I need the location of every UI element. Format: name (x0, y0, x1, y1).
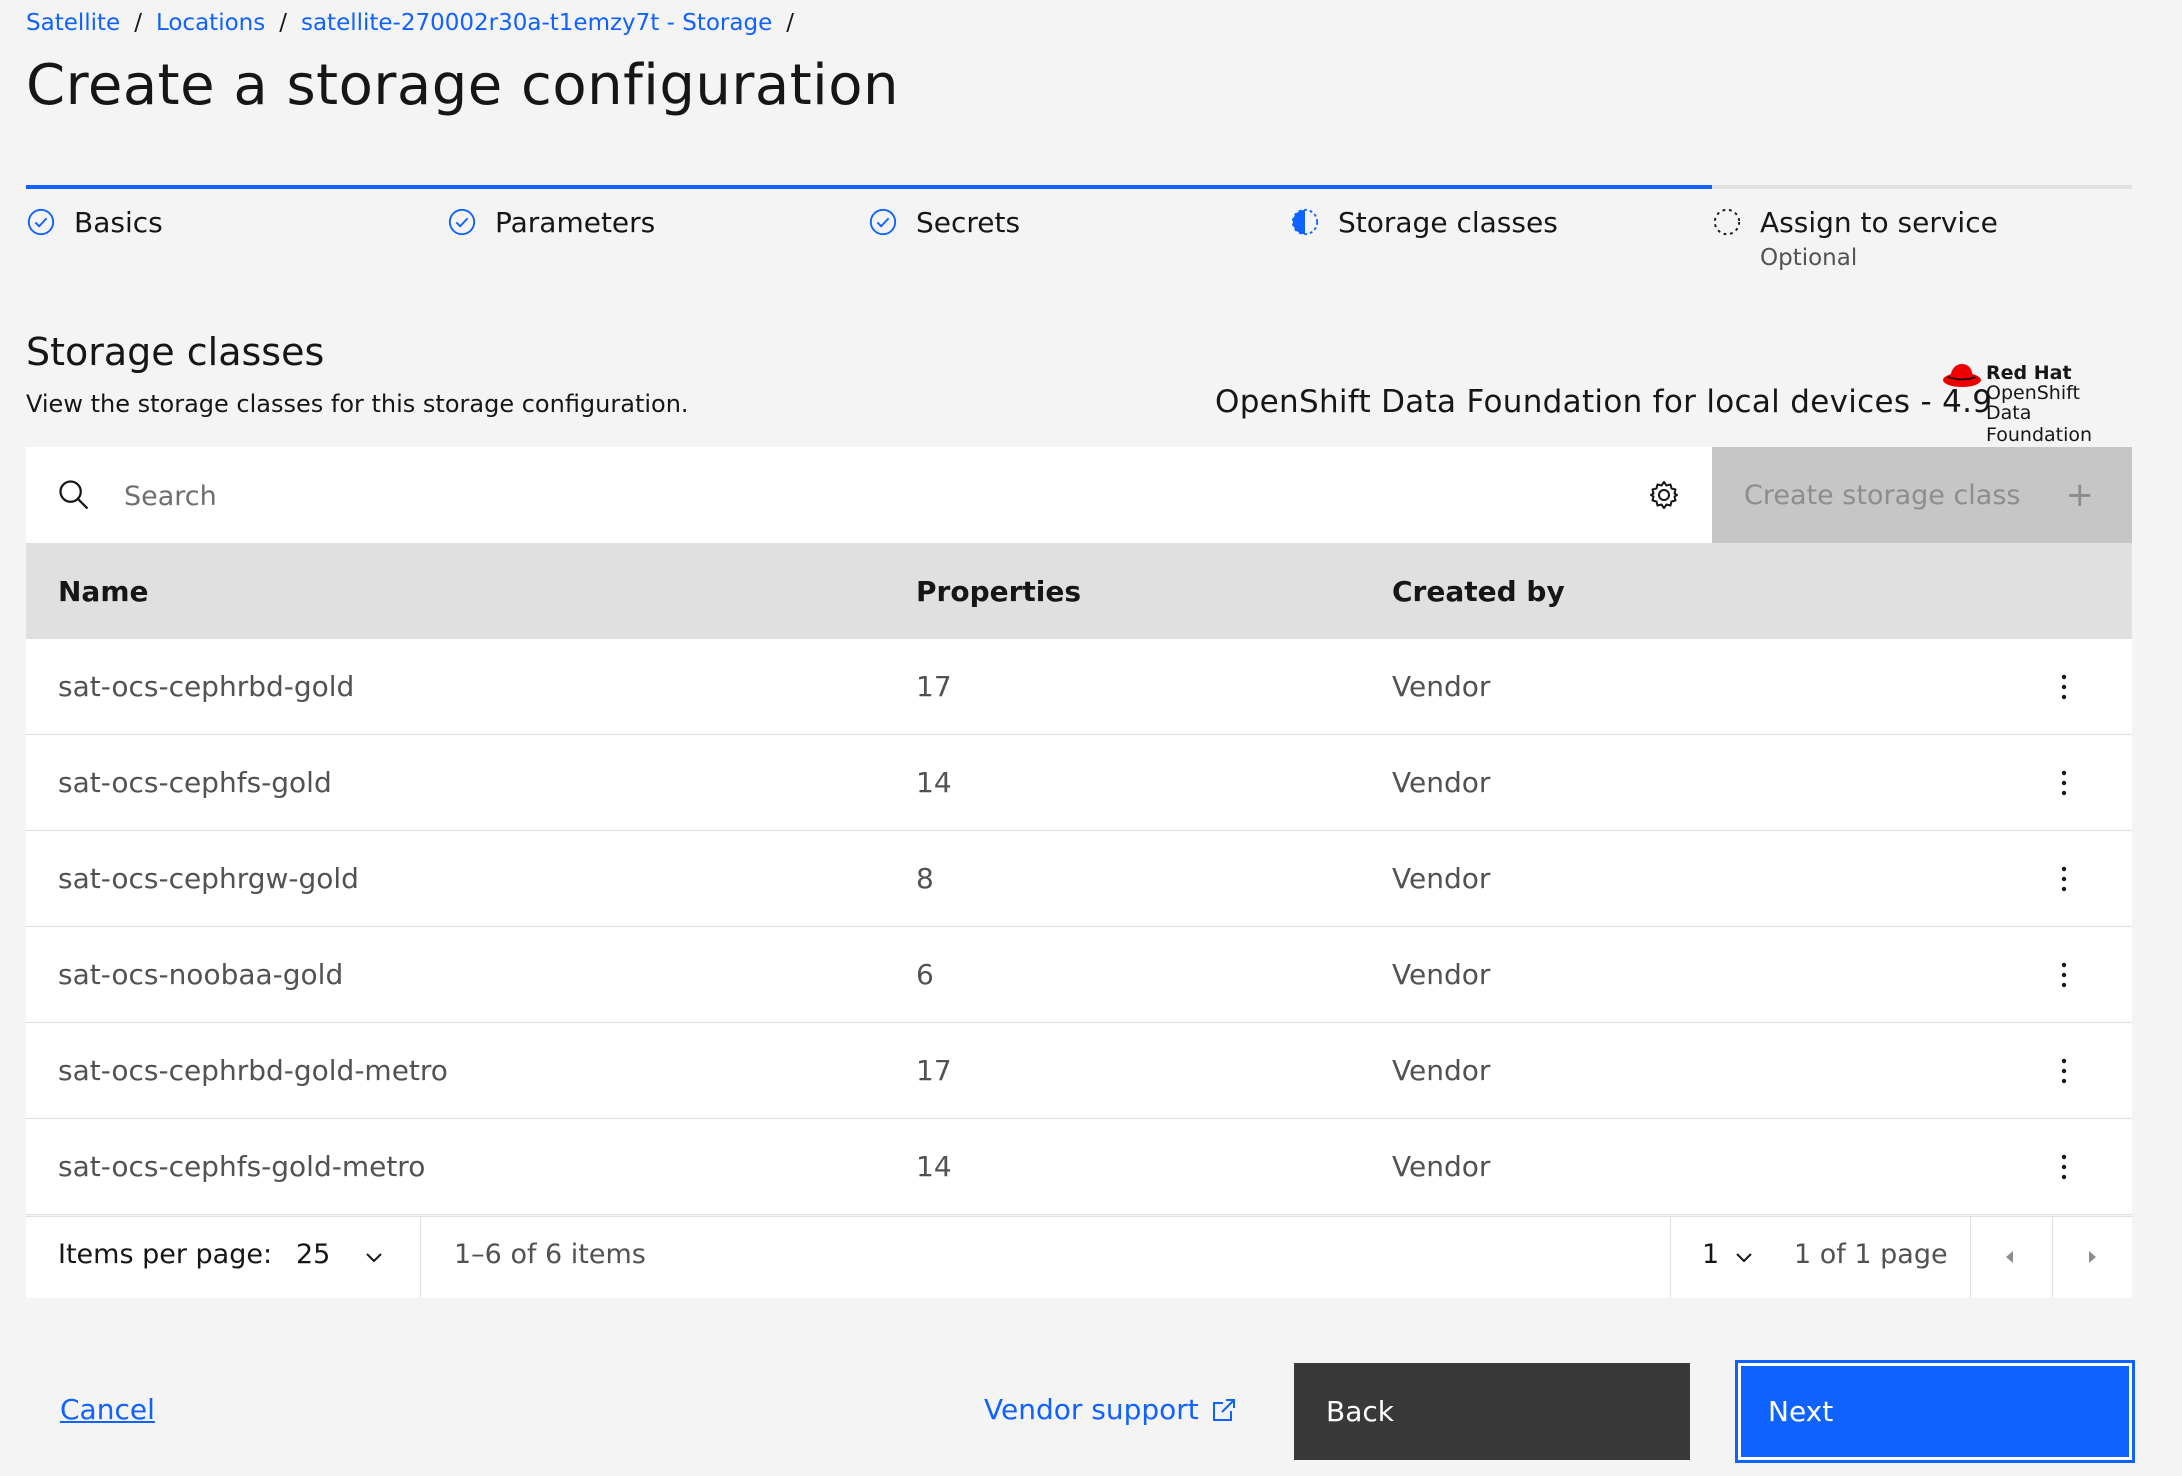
logo-line-3: Data Foundation (1986, 402, 2093, 446)
redhat-hat-icon (1943, 364, 1981, 387)
cell-name: sat-ocs-cephrbd-gold-metro (58, 1054, 448, 1087)
search-icon (59, 480, 89, 510)
progress-indicator: Basics Parameters Secrets Storage classe… (26, 185, 2132, 285)
overflow-menu-icon[interactable] (2054, 957, 2074, 993)
cell-name: sat-ocs-cephrbd-gold (58, 670, 355, 703)
step-label: Storage classes (1338, 206, 1558, 239)
chevron-down-icon[interactable] (362, 1245, 386, 1269)
page-count-text: 1 of 1 page (1794, 1239, 1948, 1270)
divider (420, 1217, 421, 1298)
table-row[interactable]: sat-ocs-noobaa-gold 6 Vendor (26, 927, 2132, 1023)
cell-properties: 17 (916, 1054, 952, 1087)
step-basics[interactable]: Basics (26, 205, 163, 241)
redhat-openshift-logo: Red Hat OpenShift Data Foundation (1942, 358, 2132, 446)
circle-dash-icon (1713, 208, 1741, 236)
create-storage-class-label: Create storage class (1744, 479, 2021, 511)
pagination: Items per page: 25 1–6 of 6 items 1 1 of… (26, 1216, 2132, 1298)
search-input[interactable] (122, 467, 1626, 525)
settings-icon[interactable] (1648, 479, 1680, 511)
section-title: Storage classes (26, 330, 325, 374)
step-optional-label: Optional (1760, 245, 1858, 271)
step-storage-classes[interactable]: Storage classes (1290, 205, 1558, 241)
cell-created-by: Vendor (1392, 862, 1491, 895)
divider (1670, 1217, 1671, 1298)
cell-created-by: Vendor (1392, 1150, 1491, 1183)
logo-line-1: Red Hat (1986, 362, 2072, 384)
checkmark-outline-icon (869, 208, 897, 236)
next-button[interactable]: Next (1735, 1360, 2135, 1463)
cell-properties: 14 (916, 766, 952, 799)
step-assign-to-service[interactable]: Assign to service Optional (1712, 205, 1998, 271)
cell-created-by: Vendor (1392, 766, 1491, 799)
step-secrets[interactable]: Secrets (868, 205, 1020, 241)
items-per-page-select[interactable]: 25 (296, 1239, 330, 1270)
incomplete-half-icon (1291, 208, 1319, 236)
caret-right-icon[interactable] (2080, 1245, 2104, 1269)
step-label: Secrets (916, 206, 1021, 239)
cell-created-by: Vendor (1392, 958, 1491, 991)
divider (2052, 1217, 2053, 1298)
logo-line-2: OpenShift (1986, 382, 2080, 404)
breadcrumb-location-storage[interactable]: satellite-270002r30a-t1emzy7t - Storage (301, 10, 772, 36)
step-parameters[interactable]: Parameters (447, 205, 655, 241)
vendor-support-link[interactable]: Vendor support (984, 1393, 1237, 1426)
overflow-menu-icon[interactable] (2054, 765, 2074, 801)
section-description: View the storage classes for this storag… (26, 390, 689, 418)
cell-properties: 8 (916, 862, 934, 895)
breadcrumb: Satellite / Locations / satellite-270002… (26, 10, 808, 36)
table-row[interactable]: sat-ocs-cephfs-gold-metro 14 Vendor (26, 1119, 2132, 1215)
overflow-menu-icon[interactable] (2054, 861, 2074, 897)
vendor-support-label: Vendor support (984, 1393, 1199, 1426)
page-select[interactable]: 1 (1702, 1239, 1719, 1270)
cancel-link[interactable]: Cancel (60, 1393, 155, 1426)
step-label: Assign to service (1760, 206, 1998, 239)
breadcrumb-separator: / (279, 10, 287, 36)
overflow-menu-icon[interactable] (2054, 1149, 2074, 1185)
column-header-created-by[interactable]: Created by (1392, 575, 1565, 608)
cell-created-by: Vendor (1392, 670, 1491, 703)
column-header-properties[interactable]: Properties (916, 575, 1081, 608)
cell-properties: 17 (916, 670, 952, 703)
caret-left-icon[interactable] (1998, 1245, 2022, 1269)
table-toolbar: Create storage class + (26, 447, 2132, 543)
cell-name: sat-ocs-cephfs-gold (58, 766, 332, 799)
item-range-text: 1–6 of 6 items (454, 1239, 646, 1270)
divider (1970, 1217, 1971, 1298)
table-row[interactable]: sat-ocs-cephfs-gold 14 Vendor (26, 735, 2132, 831)
cell-properties: 6 (916, 958, 934, 991)
column-header-name[interactable]: Name (58, 575, 149, 608)
cell-name: sat-ocs-cephrgw-gold (58, 862, 359, 895)
table-header: Name Properties Created by (26, 543, 2132, 639)
table-row[interactable]: sat-ocs-cephrbd-gold 17 Vendor (26, 639, 2132, 735)
create-storage-class-button[interactable]: Create storage class + (1712, 447, 2132, 543)
launch-icon (1212, 1398, 1235, 1421)
breadcrumb-separator: / (134, 10, 142, 36)
breadcrumb-locations[interactable]: Locations (156, 10, 265, 36)
breadcrumb-separator: / (786, 10, 794, 36)
checkmark-outline-icon (27, 208, 55, 236)
breadcrumb-satellite[interactable]: Satellite (26, 10, 120, 36)
add-icon: + (2065, 475, 2095, 515)
overflow-menu-icon[interactable] (2054, 669, 2074, 705)
items-per-page-label: Items per page: (58, 1239, 273, 1270)
step-label: Parameters (495, 206, 656, 239)
storage-classes-table: Name Properties Created by sat-ocs-cephr… (26, 543, 2132, 1215)
cell-created-by: Vendor (1392, 1054, 1491, 1087)
cell-name: sat-ocs-noobaa-gold (58, 958, 344, 991)
cell-name: sat-ocs-cephfs-gold-metro (58, 1150, 426, 1183)
page-title: Create a storage configuration (26, 53, 899, 118)
cell-properties: 14 (916, 1150, 952, 1183)
step-label: Basics (74, 206, 163, 239)
back-button[interactable]: Back (1294, 1363, 1690, 1460)
checkmark-outline-icon (448, 208, 476, 236)
table-row[interactable]: sat-ocs-cephrbd-gold-metro 17 Vendor (26, 1023, 2132, 1119)
progress-fill (26, 185, 1712, 189)
overflow-menu-icon[interactable] (2054, 1053, 2074, 1089)
vendor-product-name: OpenShift Data Foundation for local devi… (1215, 384, 1993, 420)
chevron-down-icon[interactable] (1732, 1245, 1756, 1269)
table-row[interactable]: sat-ocs-cephrgw-gold 8 Vendor (26, 831, 2132, 927)
